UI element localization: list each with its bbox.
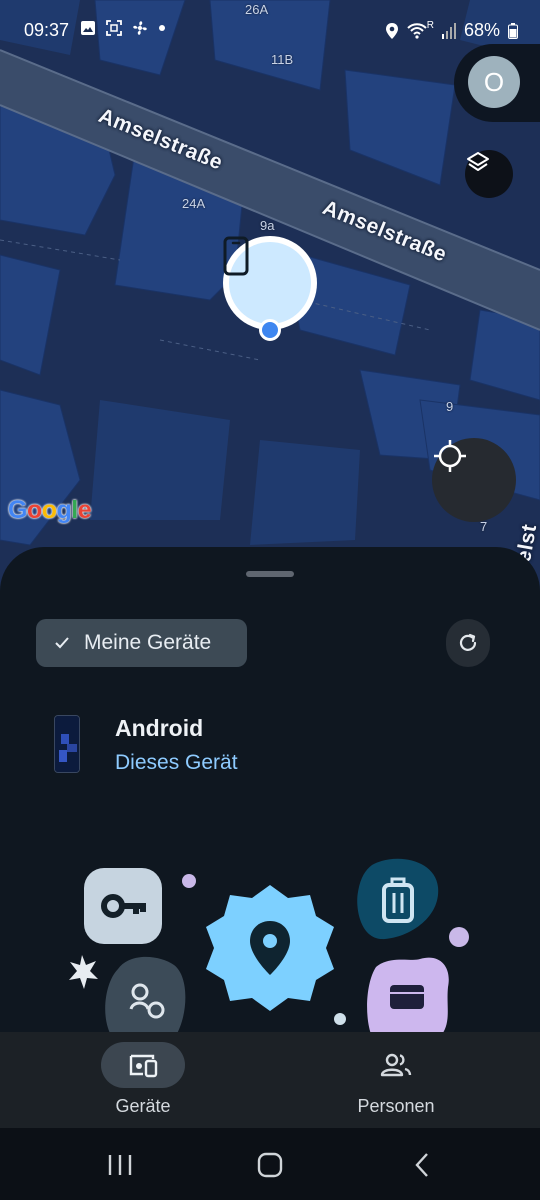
location-pin-flower-icon xyxy=(206,885,334,1011)
find-hub-illustration xyxy=(69,858,469,1037)
screenshot-icon xyxy=(106,20,122,36)
recent-apps-icon xyxy=(108,1155,132,1175)
bottom-navigation: Geräte Personen xyxy=(0,1032,540,1128)
filter-chip-label: Meine Geräte xyxy=(84,631,212,654)
battery-icon xyxy=(508,22,518,39)
location-dot xyxy=(259,319,281,341)
people-icon xyxy=(380,1053,412,1077)
drag-handle[interactable] xyxy=(246,571,294,577)
layers-icon xyxy=(467,152,489,171)
map-view[interactable]: Amselstraße Amselstraße elst 26A 11B 24A… xyxy=(0,0,540,600)
bottom-sheet: Meine Geräte Android Dieses Gerät xyxy=(0,547,540,1037)
suitcase-tile-icon xyxy=(357,858,439,940)
image-icon xyxy=(81,21,95,35)
nav-tab-devices[interactable]: Geräte xyxy=(43,1042,243,1124)
status-time: 09:37 xyxy=(24,20,70,40)
nav-tab-people-label: Personen xyxy=(357,1096,435,1116)
house-number: 24A xyxy=(182,196,206,211)
battery-percent: 68% xyxy=(463,20,500,40)
decor-dot xyxy=(449,927,469,947)
wallet-tile-icon xyxy=(367,957,449,1037)
status-notifications xyxy=(80,20,166,36)
key-tile-icon xyxy=(84,868,162,944)
nav-tab-people[interactable]: Personen xyxy=(296,1042,496,1124)
devices-icon xyxy=(129,1054,158,1078)
phone-icon xyxy=(223,236,249,276)
people-tile-icon xyxy=(105,956,186,1037)
decor-dot xyxy=(182,874,196,888)
house-number: 9a xyxy=(260,218,275,233)
fan-icon xyxy=(133,21,147,35)
filter-chip-my-devices[interactable]: Meine Geräte xyxy=(36,619,247,667)
sparkle-icon xyxy=(69,955,98,989)
avatar[interactable]: O xyxy=(468,56,520,108)
device-location-pin[interactable] xyxy=(223,236,317,330)
back-button[interactable] xyxy=(402,1150,442,1180)
layers-button[interactable] xyxy=(465,150,513,198)
device-name: Android xyxy=(115,715,204,741)
status-system-icons: R 68% xyxy=(385,20,518,41)
crosshair-icon xyxy=(434,440,466,472)
location-icon xyxy=(385,22,398,39)
wifi-tag: R xyxy=(426,20,434,31)
system-navigation-bar xyxy=(0,1128,540,1200)
device-list-item[interactable]: Android Dieses Gerät xyxy=(36,707,506,787)
refresh-icon xyxy=(459,633,477,651)
home-icon xyxy=(257,1152,283,1178)
refresh-button[interactable] xyxy=(446,619,490,667)
back-icon xyxy=(415,1153,428,1177)
device-status: Dieses Gerät xyxy=(115,751,238,774)
home-button[interactable] xyxy=(250,1150,290,1180)
status-bar: 09:37 R 68% xyxy=(0,0,540,62)
my-location-button[interactable] xyxy=(432,438,516,522)
device-thumbnail xyxy=(54,715,80,773)
google-logo: Google xyxy=(8,496,92,524)
signal-icon xyxy=(441,22,456,39)
house-number: 9 xyxy=(446,399,454,414)
recent-apps-button[interactable] xyxy=(100,1150,140,1180)
nav-tab-devices-label: Geräte xyxy=(115,1096,171,1116)
dot-icon xyxy=(159,25,165,31)
check-icon xyxy=(55,637,69,649)
wifi-icon xyxy=(407,22,427,39)
